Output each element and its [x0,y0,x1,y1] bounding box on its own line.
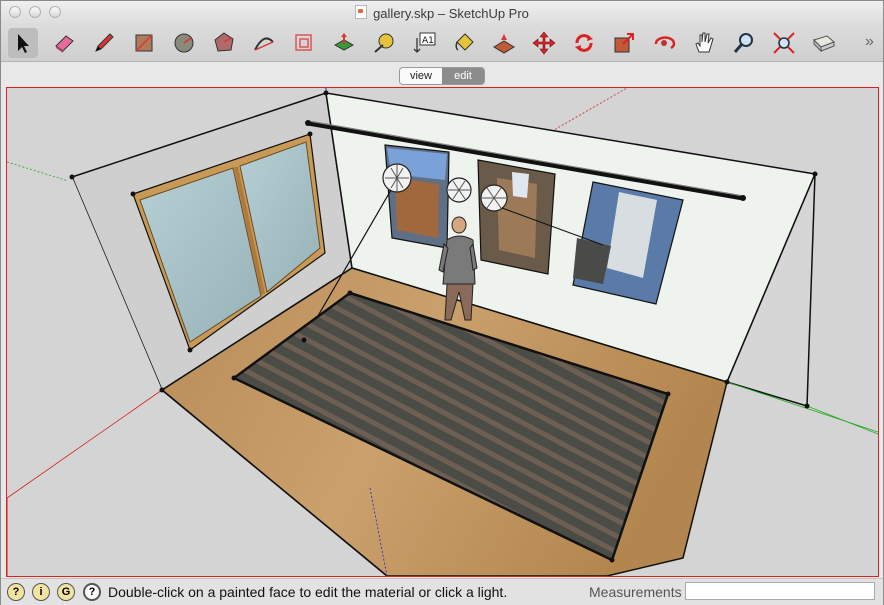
measurements-label: Measurements [589,584,682,600]
push-pull-icon [333,33,355,51]
scene-canvas[interactable] [7,88,878,576]
warehouse-tool-button[interactable] [809,28,839,58]
spotlight-2[interactable] [446,177,472,203]
tape-measure-icon [374,33,394,53]
toolbar-overflow-button[interactable]: » [865,33,874,51]
polygon-tool-button[interactable] [209,28,239,58]
rotate-tool-button[interactable] [569,28,599,58]
text-tool-button[interactable]: A1 [409,28,439,58]
pencil-icon [95,33,114,52]
edit-mode-button[interactable]: edit [442,68,484,84]
document-icon [355,5,368,19]
polygon-icon [214,32,234,52]
arc-icon [254,37,274,51]
arrow-cursor-icon [18,34,29,53]
zoom-extents-tool-button[interactable] [769,28,799,58]
help-icon[interactable]: ? [83,583,101,601]
warehouse-icon [813,35,835,53]
framed-photo-1[interactable] [384,144,450,249]
paint-bucket-icon [455,33,474,51]
drawing-viewport[interactable] [6,87,879,577]
eraser-tool-button[interactable] [49,28,79,58]
pan-hand-icon [695,32,714,53]
status-message: Double-click on a painted face to edit t… [108,584,508,600]
geo-location-icon[interactable]: ? [7,583,25,601]
title-bar: gallery.skp – SketchUp Pro [1,1,883,25]
spotlight-1[interactable] [382,163,412,193]
follow-me-tool-button[interactable] [489,28,519,58]
push-pull-tool-button[interactable] [329,28,359,58]
credits-icon[interactable]: i [32,583,50,601]
scale-tool-button[interactable] [609,28,639,58]
measurements-input[interactable] [685,582,875,600]
rectangle-icon [135,34,153,52]
app-window: gallery.skp – SketchUp Pro A1 » view edi… [0,0,884,605]
move-tool-button[interactable] [529,28,559,58]
orbit-tool-button[interactable] [649,28,679,58]
rotate-icon [575,34,593,52]
text-icon: A1 [413,32,436,53]
mode-switch: view edit [399,67,485,85]
circle-tool-button[interactable] [169,28,199,58]
offset-tool-button[interactable] [289,28,319,58]
circle-icon [174,33,194,53]
framed-photo-2[interactable] [477,159,556,275]
select-tool-button[interactable] [8,28,38,58]
scale-icon [614,33,634,53]
view-mode-button[interactable]: view [400,68,442,84]
window-title: gallery.skp – SketchUp Pro [1,5,883,21]
eraser-icon [55,35,74,53]
pan-tool-button[interactable] [689,28,719,58]
pencil-tool-button[interactable] [89,28,119,58]
spotlight-3[interactable] [480,184,508,212]
window-title-text: gallery.skp – SketchUp Pro [373,6,529,21]
move-icon [532,31,556,55]
svg-text:A1: A1 [422,36,434,46]
offset-icon [295,34,312,51]
zoom-icon [733,33,753,53]
zoom-extents-icon [773,32,795,54]
account-icon[interactable]: G [57,583,75,601]
orbit-icon [654,36,676,50]
paint-bucket-tool-button[interactable] [449,28,479,58]
main-toolbar: A1 » [1,25,883,62]
tape-measure-tool-button[interactable] [369,28,399,58]
arc-tool-button[interactable] [249,28,279,58]
follow-me-icon [493,34,515,54]
status-bar: ? i G ? Double-click on a painted face t… [1,578,883,605]
rectangle-tool-button[interactable] [129,28,159,58]
zoom-tool-button[interactable] [729,28,759,58]
